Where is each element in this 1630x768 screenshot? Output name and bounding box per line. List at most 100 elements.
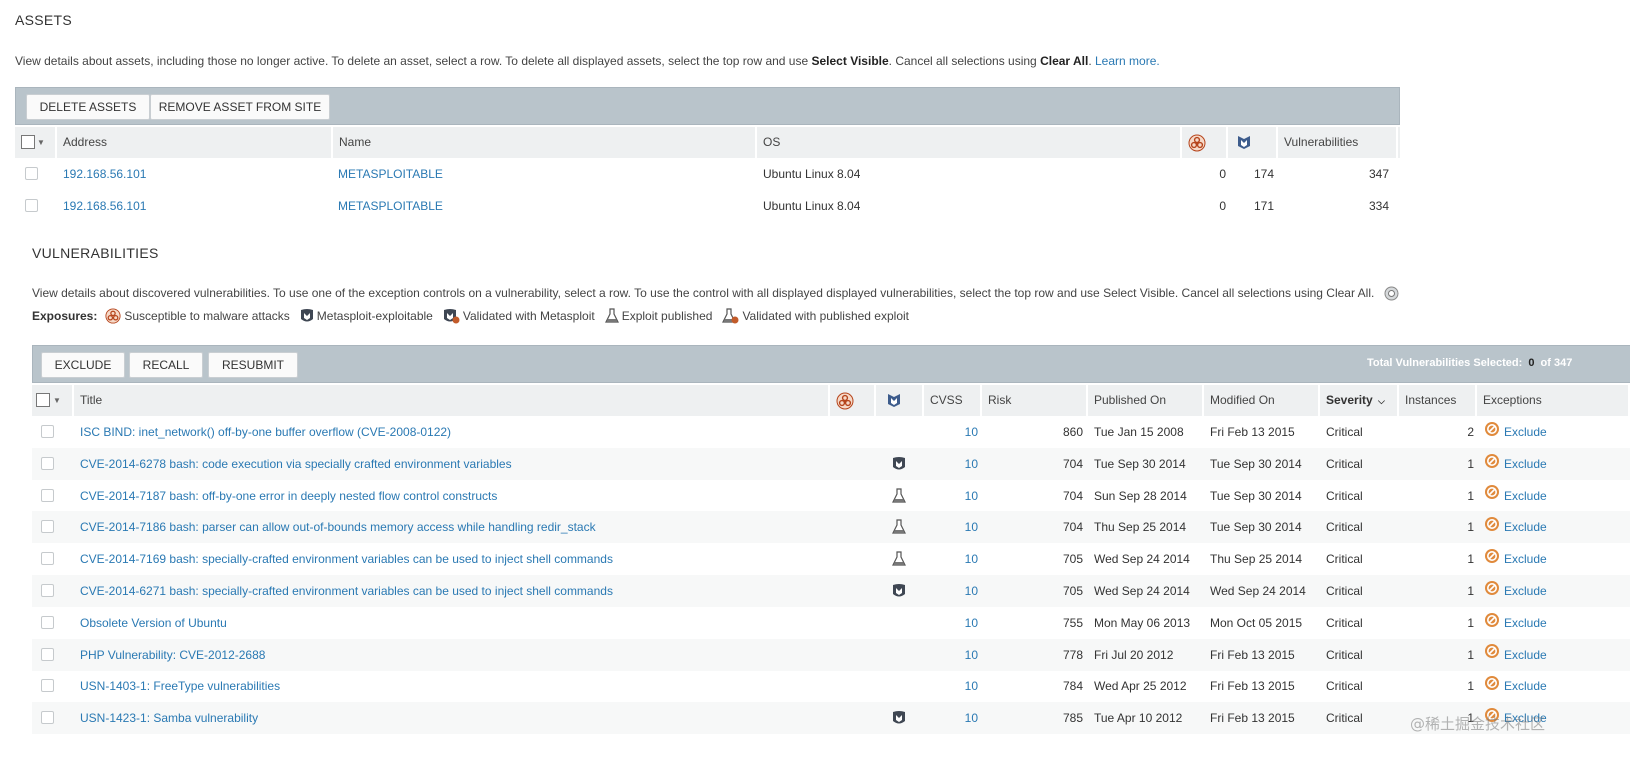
vulnerabilities-column-header[interactable]: Vulnerabilities (1278, 127, 1398, 158)
table-row[interactable]: CVE-2014-6271 bash: specially-crafted en… (32, 575, 1630, 607)
table-row[interactable]: CVE-2014-7169 bash: specially-crafted en… (32, 543, 1630, 575)
vulnerability-title-link[interactable]: CVE-2014-7187 bash: off-by-one error in … (80, 480, 497, 512)
row-checkbox[interactable] (25, 199, 38, 212)
row-checkbox[interactable] (41, 520, 54, 534)
vulnerability-title-link[interactable]: CVE-2014-6278 bash: code execution via s… (80, 448, 512, 480)
address-column-header[interactable]: Address (57, 127, 333, 158)
delete-assets-button[interactable]: DELETE ASSETS (26, 94, 150, 120)
exclude-link[interactable]: Exclude (1504, 679, 1547, 693)
row-checkbox[interactable] (25, 167, 38, 180)
row-checkbox[interactable] (41, 488, 54, 502)
vulnerability-title-link[interactable]: USN-1423-1: Samba vulnerability (80, 702, 258, 734)
exploits-column-header[interactable] (1228, 127, 1278, 158)
table-row[interactable]: PHP Vulnerability: CVE-2012-2688 10 778 Fri… (32, 638, 1630, 671)
vulns-select-all-checkbox[interactable] (36, 393, 50, 407)
os-column-header[interactable]: OS (757, 127, 1182, 158)
resubmit-button[interactable]: RESUBMIT (208, 352, 298, 378)
cvss-score-link[interactable]: 10 (924, 448, 978, 480)
asset-address-link[interactable]: 192.168.56.101 (63, 190, 146, 222)
cvss-score-link[interactable]: 10 (924, 670, 978, 702)
table-row[interactable]: USN-1403-1: FreeType vulnerabilities 10 78… (32, 670, 1630, 702)
row-checkbox[interactable] (41, 552, 54, 566)
exclude-button[interactable]: EXCLUDE (41, 352, 125, 378)
exclude-action[interactable]: Exclude (1484, 416, 1547, 448)
exceptions-column-header[interactable]: Exceptions (1477, 385, 1630, 416)
exclude-link[interactable]: Exclude (1504, 520, 1547, 534)
exclude-link[interactable]: Exclude (1504, 616, 1547, 630)
severity-column-header[interactable]: Severity ⌵ (1320, 385, 1399, 416)
title-column-header[interactable]: Title (74, 385, 830, 416)
exclude-link[interactable]: Exclude (1504, 425, 1547, 439)
exclude-action[interactable]: Exclude (1484, 670, 1547, 702)
exploits-column-header[interactable] (876, 385, 924, 416)
assets-select-menu-caret[interactable]: ▼ (37, 127, 45, 158)
cvss-score-link[interactable]: 10 (924, 575, 978, 607)
row-checkbox[interactable] (41, 584, 54, 597)
assets-select-all-checkbox[interactable] (21, 135, 35, 149)
cvss-score-link[interactable]: 10 (924, 607, 978, 639)
vulns-select-menu-caret[interactable]: ▼ (53, 385, 61, 416)
table-row[interactable]: CVE-2014-6278 bash: code execution via s… (32, 447, 1630, 480)
table-row[interactable]: 192.168.56.101 METASPLOITABLE Ubuntu Lin… (15, 158, 1400, 190)
vulnerability-title-link[interactable]: CVE-2014-7169 bash: specially-crafted en… (80, 543, 613, 575)
row-checkbox[interactable] (41, 425, 54, 438)
row-checkbox[interactable] (41, 679, 54, 693)
severity-value: Critical (1326, 711, 1363, 726)
row-checkbox[interactable] (41, 647, 54, 661)
cvss-score-link[interactable]: 10 (924, 511, 978, 543)
row-checkbox[interactable] (41, 456, 54, 470)
risk-column-header[interactable]: Risk (982, 385, 1088, 416)
legend-validated-published-label: Validated with published exploit (742, 309, 909, 323)
table-row[interactable]: CVE-2014-7186 bash: parser can allow out… (32, 511, 1630, 544)
exclude-action[interactable]: Exclude (1484, 575, 1547, 607)
select-visible-text: Select Visible (811, 54, 889, 68)
learn-more-link[interactable]: Learn more. (1095, 54, 1160, 68)
exclude-action[interactable]: Exclude (1484, 480, 1547, 512)
published-column-header[interactable]: Published On (1088, 385, 1204, 416)
table-row[interactable]: USN-1423-1: Samba vulnerability 10 785 Tue … (32, 702, 1630, 735)
vulnerability-title-link[interactable]: USN-1403-1: FreeType vulnerabilities (80, 670, 280, 702)
table-row[interactable]: Obsolete Version of Ubuntu 10 755 Mon May 0… (32, 607, 1630, 639)
exclude-link[interactable]: Exclude (1504, 489, 1547, 503)
risk-score: 860 (1062, 425, 1083, 439)
exclude-link[interactable]: Exclude (1504, 457, 1547, 471)
cvss-score-link[interactable]: 10 (924, 639, 978, 671)
asset-os: Ubuntu Linux 8.04 (763, 167, 861, 181)
vulnerability-title-link[interactable]: CVE-2014-6271 bash: specially-crafted en… (80, 575, 613, 607)
assets-select-all-header: ▼ (15, 127, 57, 158)
cvss-score-link[interactable]: 10 (924, 702, 978, 734)
malware-column-header[interactable] (830, 385, 876, 416)
modified-column-header[interactable]: Modified On (1204, 385, 1320, 416)
vulnerability-title-link[interactable]: PHP Vulnerability: CVE-2012-2688 (80, 639, 265, 671)
exclude-action[interactable]: Exclude (1484, 607, 1547, 639)
exclude-action[interactable]: Exclude (1484, 639, 1547, 671)
published-date: Wed Apr 25 2012 (1094, 679, 1187, 694)
malware-column-header[interactable] (1182, 127, 1228, 158)
instances-column-header[interactable]: Instances (1399, 385, 1477, 416)
table-row[interactable]: 192.168.56.101 METASPLOITABLE Ubuntu Lin… (15, 190, 1400, 222)
recall-button[interactable]: RECALL (129, 352, 203, 378)
cvss-score-link[interactable]: 10 (924, 480, 978, 512)
exclude-link[interactable]: Exclude (1504, 648, 1547, 662)
asset-address-link[interactable]: 192.168.56.101 (63, 158, 146, 190)
exclude-action[interactable]: Exclude (1484, 543, 1547, 575)
vulnerability-title-link[interactable]: ISC BIND: inet_network() off-by-one buff… (80, 416, 451, 448)
cvss-score-link[interactable]: 10 (924, 416, 978, 448)
cvss-column-header[interactable]: CVSS (924, 385, 982, 416)
row-checkbox[interactable] (41, 615, 54, 629)
row-checkbox[interactable] (41, 711, 54, 725)
asset-name-link[interactable]: METASPLOITABLE (338, 158, 443, 190)
cvss-score-link[interactable]: 10 (924, 543, 978, 575)
exclude-action[interactable]: Exclude (1484, 448, 1547, 480)
asset-name-link[interactable]: METASPLOITABLE (338, 190, 443, 222)
table-row[interactable]: ISC BIND: inet_network() off-by-one buff… (32, 416, 1630, 448)
exclude-action[interactable]: Exclude (1484, 511, 1547, 543)
name-column-header[interactable]: Name (333, 127, 757, 158)
remove-asset-from-site-button[interactable]: REMOVE ASSET FROM SITE (150, 94, 330, 120)
help-icon[interactable] (1384, 286, 1399, 301)
exclude-link[interactable]: Exclude (1504, 584, 1547, 598)
vulnerability-title-link[interactable]: CVE-2014-7186 bash: parser can allow out… (80, 511, 596, 543)
exclude-link[interactable]: Exclude (1504, 552, 1547, 566)
table-row[interactable]: CVE-2014-7187 bash: off-by-one error in … (32, 480, 1630, 512)
vulnerability-title-link[interactable]: Obsolete Version of Ubuntu (80, 607, 227, 639)
